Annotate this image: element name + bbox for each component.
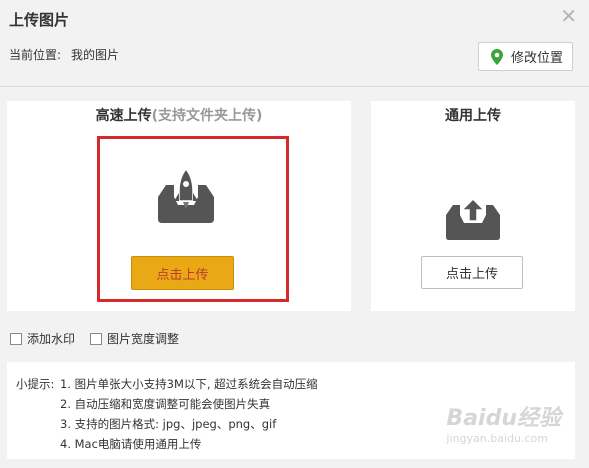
tip-line: 3. 支持的图片格式: jpg、jpeg、png、gif (60, 417, 277, 431)
current-location: 当前位置: 我的图片 (9, 46, 119, 63)
tip-line: 2. 自动压缩和宽度调整可能会使图片失真 (60, 397, 271, 411)
tip-line: 1. 图片单张大小支持3M以下, 超过系统会自动压缩 (60, 377, 318, 391)
upload-dialog: 上传图片 ✕ 当前位置: 我的图片 修改位置 高速上传(支持文件夹上传) 点击上… (0, 0, 589, 468)
tray-upload-icon (446, 197, 500, 240)
checkbox-box[interactable] (10, 332, 22, 345)
fast-upload-panel: 高速上传(支持文件夹上传) 点击上传 (7, 101, 351, 311)
watermark-label: 添加水印 (27, 332, 76, 346)
modify-location-label: 修改位置 (511, 51, 564, 66)
close-icon[interactable]: ✕ (560, 6, 577, 26)
normal-upload-button[interactable]: 点击上传 (421, 256, 523, 289)
tip-line: 4. Mac电脑请使用通用上传 (60, 437, 202, 451)
dialog-title: 上传图片 (9, 11, 70, 29)
watermark-text: Baidu经验 (446, 406, 561, 431)
watermark-sub: jingyan.baidu.com (446, 432, 548, 445)
normal-upload-panel: 通用上传 点击上传 (371, 101, 575, 311)
location-label: 当前位置: (9, 48, 62, 62)
watermark-checkbox[interactable]: 添加水印 (10, 330, 75, 347)
width-adjust-label: 图片宽度调整 (107, 332, 180, 346)
rocket-upload-icon (158, 169, 214, 223)
baidu-watermark: Baidu经验 jingyan.baidu.com (446, 400, 561, 445)
fast-upload-subtitle: (支持文件夹上传) (151, 108, 263, 124)
modify-location-button[interactable]: 修改位置 (478, 42, 573, 71)
fast-upload-button[interactable]: 点击上传 (131, 256, 234, 290)
location-value: 我的图片 (71, 48, 120, 62)
checkbox-box[interactable] (90, 332, 102, 345)
normal-upload-title: 通用上传 (445, 108, 501, 124)
map-pin-icon (491, 48, 503, 65)
fast-upload-title-text: 高速上传 (95, 108, 152, 124)
highlight-box: 点击上传 (97, 136, 289, 302)
tips-lead: 小提示: (16, 377, 55, 391)
tips-panel: 小提示: 1. 图片单张大小支持3M以下, 超过系统会自动压缩 2. 自动压缩和… (7, 362, 575, 459)
fast-upload-title: 高速上传(支持文件夹上传) (7, 105, 351, 125)
width-adjust-checkbox[interactable]: 图片宽度调整 (90, 330, 179, 347)
header-divider (0, 86, 589, 87)
